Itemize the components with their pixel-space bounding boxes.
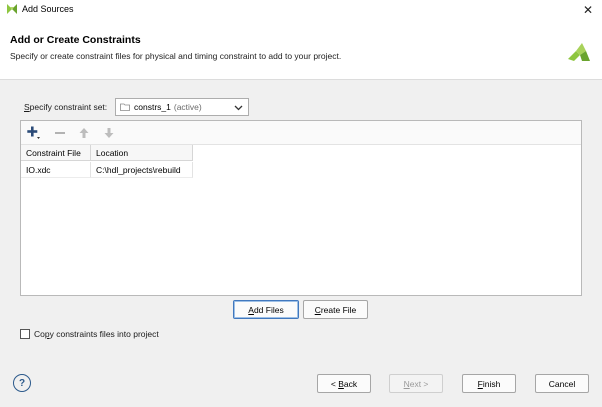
button-label: ack bbox=[343, 378, 358, 389]
button-label: dd Files bbox=[253, 304, 284, 315]
help-icon[interactable]: ? bbox=[13, 374, 31, 392]
copy-constraints-option[interactable]: Copy constraints files into project bbox=[20, 329, 159, 339]
copy-constraints-checkbox[interactable] bbox=[20, 329, 30, 339]
constraint-set-dropdown[interactable]: constrs_1 (active) bbox=[115, 98, 249, 116]
wizard-header: Add or Create Constraints Specify or cre… bbox=[0, 19, 602, 80]
label-text: y constraints files into project bbox=[49, 329, 159, 339]
close-button[interactable]: ✕ bbox=[574, 0, 602, 19]
constraint-set-status: (active) bbox=[173, 102, 202, 112]
window-title: Add Sources bbox=[22, 4, 74, 14]
arrow-down-icon bbox=[104, 128, 114, 138]
create-file-button[interactable]: Create File bbox=[303, 300, 368, 319]
finish-button[interactable]: Finish bbox=[462, 374, 516, 393]
button-label: reate File bbox=[320, 304, 357, 315]
minus-icon bbox=[55, 132, 65, 134]
back-button[interactable]: < Back bbox=[317, 374, 371, 393]
copy-constraints-label: Copy constraints files into project bbox=[34, 329, 159, 339]
button-label: ext > bbox=[409, 378, 429, 389]
label-text: Co bbox=[34, 329, 45, 339]
move-down-button[interactable] bbox=[101, 125, 117, 141]
next-button[interactable]: Next > bbox=[389, 374, 443, 393]
constraint-files-panel: Constraint File Location IO.xdc C:\hdl_p… bbox=[20, 120, 582, 296]
column-header[interactable]: Constraint File bbox=[21, 145, 91, 161]
table-row[interactable]: IO.xdc C:\hdl_projects\rebuild bbox=[21, 162, 193, 178]
chevron-down-icon bbox=[234, 105, 243, 111]
cancel-button[interactable]: Cancel bbox=[535, 374, 589, 393]
constraint-set-value: constrs_1 bbox=[134, 102, 171, 112]
label-text: pecify constraint set: bbox=[29, 102, 108, 112]
window-titlebar: Add Sources ✕ bbox=[0, 0, 602, 19]
column-header[interactable]: Location bbox=[91, 145, 193, 161]
constraint-file-cell: IO.xdc bbox=[21, 162, 91, 178]
button-label: inish bbox=[482, 378, 501, 389]
files-toolbar bbox=[21, 121, 581, 145]
button-label: < bbox=[330, 378, 339, 389]
table-header: Constraint File Location bbox=[21, 145, 193, 161]
remove-button[interactable] bbox=[52, 125, 68, 141]
vivado-logo-icon bbox=[568, 43, 590, 61]
move-up-button[interactable] bbox=[76, 125, 92, 141]
vivado-logo-icon bbox=[7, 4, 17, 14]
constraint-set-label: Specify constraint set: bbox=[24, 102, 107, 112]
location-cell: C:\hdl_projects\rebuild bbox=[91, 162, 193, 178]
plus-icon bbox=[27, 126, 40, 139]
page-subtitle: Specify or create constraint files for p… bbox=[10, 51, 342, 61]
add-button[interactable] bbox=[26, 125, 42, 141]
page-title: Add or Create Constraints bbox=[10, 34, 141, 46]
arrow-up-icon bbox=[79, 128, 89, 138]
folder-icon bbox=[120, 103, 130, 111]
add-files-button[interactable]: Add Files bbox=[233, 300, 299, 319]
